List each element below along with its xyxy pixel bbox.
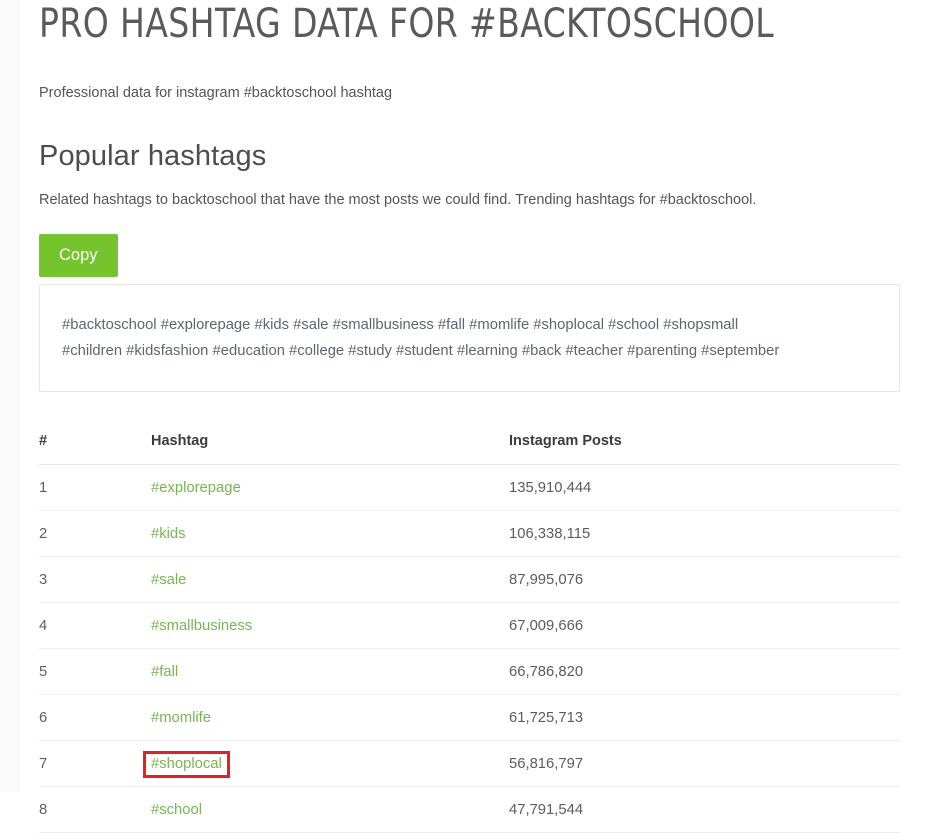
hashtag-link[interactable]: #fall <box>151 664 178 680</box>
cell-rank: 2 <box>39 510 151 557</box>
cell-rank: 1 <box>39 464 151 511</box>
hashtag-list-line-2: #children #kidsfashion #education #colle… <box>62 343 780 359</box>
hashtag-link[interactable]: #kids <box>151 526 186 542</box>
table-row: 1 #explorepage 135,910,444 <box>39 464 900 511</box>
hashtag-table: # Hashtag Instagram Posts 1 #explorepage 1… <box>39 427 900 833</box>
table-row: 7 #shoplocal 56,816,797 <box>39 740 900 787</box>
table-row: 6 #momlife 61,725,713 <box>39 694 900 741</box>
cell-instagram-posts: 106,338,115 <box>509 510 900 557</box>
cell-hashtag: #fall <box>151 648 509 695</box>
hashtag-link[interactable]: #school <box>151 802 202 818</box>
hashtag-link[interactable]: #explorepage <box>151 480 241 496</box>
table-row: 3 #sale 87,995,076 <box>39 556 900 603</box>
cell-rank: 8 <box>39 786 151 833</box>
cell-rank: 4 <box>39 602 151 649</box>
hashtag-list-box[interactable]: #backtoschool #explorepage #kids #sale #… <box>39 284 900 392</box>
cell-instagram-posts: 66,786,820 <box>509 648 900 695</box>
table-row: 2 #kids 106,338,115 <box>39 510 900 557</box>
cell-rank: 7 <box>39 740 151 787</box>
page-subtitle: Professional data for instagram #backtos… <box>39 85 393 101</box>
copy-button-row: Copy <box>39 210 900 277</box>
cell-instagram-posts: 56,816,797 <box>509 740 900 787</box>
cell-hashtag: #kids <box>151 510 509 557</box>
cell-rank: 6 <box>39 694 151 741</box>
hashtag-link[interactable]: #momlife <box>151 710 211 726</box>
cell-hashtag: #explorepage <box>151 464 509 511</box>
hashtag-link[interactable]: #smallbusiness <box>151 618 252 634</box>
cell-instagram-posts: 87,995,076 <box>509 556 900 603</box>
page-title: PRO HASHTAG DATA FOR #BACKTOSCHOOL <box>39 1 775 47</box>
cell-rank: 5 <box>39 648 151 695</box>
column-header-hashtag: Hashtag <box>151 427 509 465</box>
table-header-row: # Hashtag Instagram Posts <box>39 427 900 465</box>
column-header-rank: # <box>39 427 151 465</box>
copy-button[interactable]: Copy <box>39 234 118 277</box>
section-title: Popular hashtags <box>39 140 267 172</box>
table-body: 1 #explorepage 135,910,444 2 #kids 106,338,11… <box>39 464 900 833</box>
section-description: Related hashtags to backtoschool that ha… <box>39 192 757 208</box>
cell-instagram-posts: 67,009,666 <box>509 602 900 649</box>
cell-hashtag: #school <box>151 786 509 833</box>
table-row: 4 #smallbusiness 67,009,666 <box>39 602 900 649</box>
table-row: 8 #school 47,791,544 <box>39 786 900 833</box>
cell-instagram-posts: 47,791,544 <box>509 786 900 833</box>
cell-rank: 3 <box>39 556 151 603</box>
cell-instagram-posts: 61,725,713 <box>509 694 900 741</box>
hashtag-link[interactable]: #shoplocal <box>143 751 230 778</box>
cell-instagram-posts: 135,910,444 <box>509 464 900 511</box>
column-header-posts: Instagram Posts <box>509 427 900 465</box>
page-container: PRO HASHTAG DATA FOR #BACKTOSCHOOL Profe… <box>0 0 939 833</box>
cell-hashtag: #sale <box>151 556 509 603</box>
cell-hashtag: #smallbusiness <box>151 602 509 649</box>
cell-hashtag: #momlife <box>151 694 509 741</box>
hashtag-link[interactable]: #sale <box>151 572 186 588</box>
hashtag-list-line-1: #backtoschool #explorepage #kids #sale #… <box>62 317 739 333</box>
cell-hashtag-highlighted: #shoplocal <box>143 740 509 787</box>
table-row: 5 #fall 66,786,820 <box>39 648 900 695</box>
